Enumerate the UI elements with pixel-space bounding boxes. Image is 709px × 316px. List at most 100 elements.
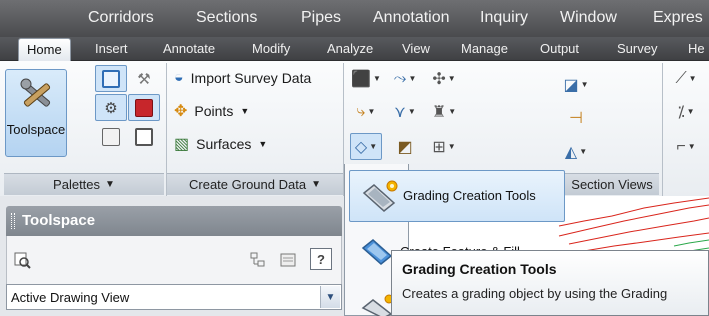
menu-express[interactable]: Expres: [653, 9, 703, 27]
list-view-svg: [280, 253, 296, 267]
tool-palette-icon: ⚒: [137, 70, 151, 88]
chevron-down-icon: ▼: [687, 142, 696, 151]
chevron-down-icon: ▼: [580, 80, 589, 89]
grading-icon: ◇: [354, 138, 368, 156]
corridor-button[interactable]: ◩: [389, 133, 421, 160]
pipe-network-icon: ⊞: [432, 138, 446, 156]
feature-line-icon: ⤳: [393, 69, 407, 87]
chevron-down-icon: ▼: [258, 139, 268, 149]
tab-analyze[interactable]: Analyze: [327, 41, 373, 56]
grip-handle-icon[interactable]: [11, 213, 15, 229]
intersection-button[interactable]: ✣ ▼: [428, 65, 460, 92]
alignment-icon: ⤷: [356, 102, 366, 120]
polyline-icon: ⁒: [677, 103, 685, 121]
menu-corridors[interactable]: Corridors: [88, 9, 154, 27]
list-view-icon[interactable]: [277, 249, 299, 271]
chevron-down-icon: ▼: [105, 179, 115, 190]
import-survey-icon: ◒: [174, 69, 184, 86]
create-ground-data-title: Create Ground Data: [189, 177, 307, 192]
chevron-down-icon: ▼: [447, 74, 456, 83]
tab-survey[interactable]: Survey: [617, 41, 657, 56]
view-select[interactable]: Active Drawing View ▼: [6, 284, 342, 310]
profile-button[interactable]: ⋎ ▼: [389, 98, 421, 125]
tooltip-title: Grading Creation Tools: [402, 261, 557, 277]
item-view-svg: [250, 252, 265, 267]
magnifier-icon[interactable]: [11, 249, 33, 271]
menu-window[interactable]: Window: [560, 9, 617, 27]
tab-help[interactable]: He: [688, 41, 705, 56]
points-label: Points: [194, 103, 234, 119]
chevron-down-icon: ▼: [686, 107, 695, 116]
profile-view-button[interactable]: ◪ ▼: [560, 71, 592, 98]
tab-manage[interactable]: Manage: [461, 41, 508, 56]
toolbox-button[interactable]: [128, 94, 160, 121]
menu-sections[interactable]: Sections: [196, 9, 257, 27]
tab-insert[interactable]: Insert: [95, 41, 128, 56]
line-button[interactable]: ⟋ ▼: [670, 65, 702, 92]
grading-volume-item[interactable]: [352, 290, 394, 316]
item-view-icon[interactable]: [247, 249, 269, 271]
grading-dropdown-button[interactable]: ◇ ▼: [350, 133, 382, 160]
tab-output[interactable]: Output: [540, 41, 579, 56]
tooltip: Grading Creation Tools Creates a grading…: [391, 250, 709, 316]
help-icon[interactable]: ?: [310, 248, 332, 270]
menu-pipes[interactable]: Pipes: [301, 9, 341, 27]
section-view-icon: ◭: [564, 143, 578, 161]
surfaces-icon: ▧: [174, 136, 190, 153]
design-center-icon: [102, 127, 120, 146]
tab-view[interactable]: View: [402, 41, 430, 56]
toolspace-title-bar[interactable]: Toolspace: [6, 206, 342, 236]
chevron-down-icon: ▼: [447, 142, 456, 151]
view-select-value: Active Drawing View: [11, 290, 130, 305]
corridor-icon: ◩: [397, 138, 413, 156]
toolspace-button[interactable]: Toolspace: [5, 69, 67, 157]
polyline-button[interactable]: ⁒ ▼: [670, 98, 702, 125]
toolbox-icon: [135, 98, 153, 117]
parcel-icon: ⬛: [351, 70, 371, 88]
assembly-icon: ♜: [431, 103, 447, 121]
toolspace-button-label: Toolspace: [6, 122, 66, 137]
section-views-panel-label[interactable]: Section Views: [565, 173, 659, 195]
properties-button[interactable]: ⚙: [95, 94, 127, 121]
tab-annotate[interactable]: Annotate: [163, 41, 215, 56]
prospector-icon: [102, 69, 120, 88]
sheet-set-button[interactable]: [128, 123, 160, 150]
create-ground-data-panel-label[interactable]: Create Ground Data ▼: [167, 173, 343, 195]
chevron-down-icon: ▼: [373, 74, 381, 83]
pipe-network-button[interactable]: ⊞ ▼: [428, 133, 460, 160]
surfaces-label: Surfaces: [196, 136, 252, 152]
menu-annotation[interactable]: Annotation: [373, 9, 450, 27]
3d-polyline-button[interactable]: ⌐ ▼: [670, 133, 702, 160]
section-view-button[interactable]: ◭ ▼: [560, 138, 592, 165]
alignment-button[interactable]: ⤷ ▼: [350, 98, 382, 125]
grading-creation-tools-item[interactable]: Grading Creation Tools: [349, 170, 565, 222]
import-survey-button[interactable]: ◒ Import Survey Data: [174, 69, 311, 87]
magnifier-svg: [14, 252, 31, 269]
chevron-down-icon: ▼: [448, 107, 457, 116]
toolspace-icon: [20, 78, 51, 107]
chevron-down-icon: ▼: [407, 107, 416, 116]
feature-line-button[interactable]: ⤳ ▼: [389, 65, 421, 92]
sample-lines-button[interactable]: ⊣: [560, 104, 592, 131]
chevron-down-icon: ▼: [688, 74, 697, 83]
menu-inquiry[interactable]: Inquiry: [480, 9, 528, 27]
prospector-button[interactable]: [95, 65, 127, 92]
chevron-down-icon: ▼: [311, 179, 321, 190]
parcel-button[interactable]: ⬛ ▼: [350, 65, 382, 92]
sheet-set-icon: [135, 127, 153, 146]
surfaces-button[interactable]: ▧ Surfaces ▼: [174, 134, 267, 154]
chevron-down-icon[interactable]: ▼: [320, 286, 340, 308]
assembly-button[interactable]: ♜ ▼: [428, 98, 460, 125]
3d-polyline-icon: ⌐: [676, 137, 686, 155]
points-button[interactable]: ✥ Points ▼: [174, 101, 249, 121]
grading-creation-label: Grading Creation Tools: [403, 188, 536, 203]
grading-creation-icon: [362, 180, 398, 212]
tool-palette-button[interactable]: ⚒: [128, 65, 160, 92]
tab-modify[interactable]: Modify: [252, 41, 290, 56]
tab-home[interactable]: Home: [18, 38, 71, 61]
line-icon: ⟋: [675, 69, 687, 87]
profile-view-icon: ◪: [563, 76, 579, 94]
design-center-button[interactable]: [95, 123, 127, 150]
import-survey-label: Import Survey Data: [190, 70, 312, 86]
palettes-panel-label[interactable]: Palettes ▼: [4, 173, 164, 195]
